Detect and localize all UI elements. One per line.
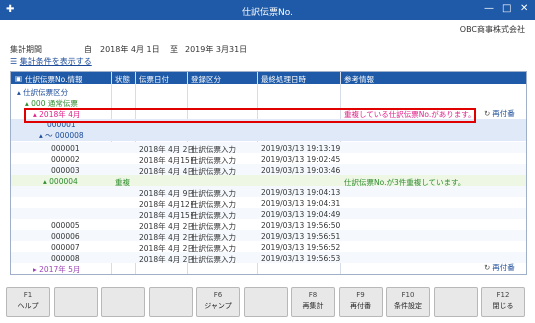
voucher-no-cell: 000001 bbox=[51, 143, 80, 153]
voucher-no-cell: 000002 bbox=[51, 154, 80, 164]
company-name: OBC商事株式会社 bbox=[459, 25, 525, 34]
function-key-4[interactable] bbox=[148, 287, 193, 317]
period-from-value: 2018年 4月 1日 bbox=[100, 45, 160, 54]
minimize-icon[interactable]: — bbox=[484, 3, 494, 14]
voucher-no-cell: ▴ 000004 bbox=[43, 176, 78, 186]
header-checkbox-icon[interactable]: ▣ bbox=[15, 74, 22, 83]
function-key-bar: F1 ヘルプ F6 ジャンプ F8 再集計 F9 再付番 F10 条件設定 F12 閉じる bbox=[6, 287, 530, 317]
function-key-2[interactable] bbox=[53, 287, 98, 317]
tree-normal-row[interactable]: ▴ 000 通常伝票 bbox=[11, 96, 526, 108]
function-key-3[interactable] bbox=[101, 287, 145, 317]
show-condition-link[interactable]: ☰ 集計条件を表示する bbox=[10, 56, 92, 67]
table-row[interactable]: 000002 2018年 4月15日 仕訳伝票入力 2019/03/13 19:02:… bbox=[11, 153, 526, 165]
table-row[interactable]: 2018年 4月 9日 仕訳伝票入力 2019/03/13 19:04:13 bbox=[11, 186, 526, 198]
refresh-icon: ↻ bbox=[484, 263, 491, 272]
voucher-no-cell: 000007 bbox=[51, 242, 80, 252]
tree-month2-label: ▸ 2017年 5月 bbox=[33, 264, 81, 274]
timestamp-cell: 2019/03/13 19:56:52 bbox=[261, 242, 341, 252]
refresh-icon: ↻ bbox=[484, 109, 491, 118]
timestamp-cell: 2019/03/13 19:13:19 bbox=[261, 143, 341, 153]
period-label: 集計期間 bbox=[10, 45, 42, 54]
function-key-9[interactable]: F10 条件設定 bbox=[386, 287, 430, 317]
window-title: 仕訳伝票No. bbox=[242, 8, 293, 18]
voucher-grid: ▣ 仕訳伝票No.情報 状態 伝票日付 登録区分 最終処理日時 参考情報 ▴ 仕… bbox=[10, 71, 527, 275]
title-bar: ✚ 仕訳伝票No. — □ ✕ bbox=[0, 0, 535, 20]
voucher-no-cell: 000006 bbox=[51, 231, 80, 241]
renumber-link-1[interactable]: ↻ 再付番 bbox=[484, 108, 515, 119]
timestamp-cell: 2019/03/13 19:04:13 bbox=[261, 187, 341, 197]
table-row[interactable]: 000006 2018年 4月 2日 仕訳伝票入力 2019/03/13 19:56:… bbox=[11, 230, 526, 242]
function-key-8[interactable]: F9 再付番 bbox=[338, 287, 383, 317]
duplicate-highlight-box bbox=[24, 108, 476, 123]
timestamp-cell: 2019/03/13 19:04:31 bbox=[261, 198, 341, 208]
table-row[interactable]: 000007 2018年 4月 2日 仕訳伝票入力 2019/03/13 19:56:… bbox=[11, 241, 526, 253]
maximize-icon[interactable]: □ bbox=[502, 3, 511, 14]
function-key-7[interactable]: F8 再集計 bbox=[291, 287, 335, 317]
renumber-link-2[interactable]: ↻ 再付番 bbox=[484, 262, 515, 273]
function-key-5[interactable]: F6 ジャンプ bbox=[196, 287, 240, 317]
table-row[interactable]: 2018年 4月15日 仕訳伝票入力 2019/03/13 19:04:49 bbox=[11, 208, 526, 220]
col-header-info[interactable]: 仕訳伝票No.情報 bbox=[25, 74, 82, 85]
table-row[interactable]: 2018年 4月12日 仕訳伝票入力 2019/03/13 19:04:31 bbox=[11, 197, 526, 209]
tree-root-row[interactable]: ▴ 仕訳伝票区分 bbox=[11, 85, 526, 97]
function-key-10[interactable] bbox=[433, 287, 478, 317]
timestamp-cell: 2019/03/13 19:02:45 bbox=[261, 154, 341, 164]
function-key-6[interactable] bbox=[243, 287, 288, 317]
period-to-label: 至 bbox=[170, 45, 178, 54]
function-key-1[interactable]: F1 ヘルプ bbox=[6, 287, 50, 317]
voucher-no-cell: 000005 bbox=[51, 220, 80, 230]
tree-month2-row[interactable]: ▸ 2017年 5月 bbox=[11, 262, 526, 274]
timestamp-cell: 2019/03/13 19:56:50 bbox=[261, 220, 341, 230]
close-icon[interactable]: ✕ bbox=[520, 3, 528, 14]
table-row[interactable]: ▴ 000004 重複 仕訳伝票No.が3件重複しています。 bbox=[11, 175, 526, 187]
col-header-type[interactable]: 登録区分 bbox=[191, 74, 221, 85]
timestamp-cell: 2019/03/13 19:04:49 bbox=[261, 209, 341, 219]
col-header-note[interactable]: 参考情報 bbox=[344, 74, 374, 85]
timestamp-cell: 2019/03/13 19:03:46 bbox=[261, 165, 341, 175]
table-row[interactable]: 000001 2018年 4月 2日 仕訳伝票入力 2019/03/13 19:13:… bbox=[11, 142, 526, 154]
list-icon: ☰ bbox=[10, 57, 20, 66]
col-header-status[interactable]: 状態 bbox=[115, 74, 130, 85]
range-end: ▴ ～ 000008 bbox=[39, 131, 84, 140]
table-row[interactable]: 000003 2018年 4月 4日 仕訳伝票入力 2019/03/13 19:03:… bbox=[11, 164, 526, 176]
period-to-value: 2019年 3月31日 bbox=[185, 45, 248, 54]
period-from-label: 自 bbox=[84, 45, 92, 54]
function-key-11[interactable]: F12 閉じる bbox=[481, 287, 525, 317]
table-row[interactable]: 000005 2018年 4月 2日 仕訳伝票入力 2019/03/13 19:56:… bbox=[11, 219, 526, 231]
voucher-no-cell: 000003 bbox=[51, 165, 80, 175]
col-header-date[interactable]: 伝票日付 bbox=[139, 74, 169, 85]
col-header-timestamp[interactable]: 最終処理日時 bbox=[261, 74, 306, 85]
timestamp-cell: 2019/03/13 19:56:51 bbox=[261, 231, 341, 241]
grid-header: ▣ 仕訳伝票No.情報 状態 伝票日付 登録区分 最終処理日時 参考情報 bbox=[11, 72, 526, 84]
